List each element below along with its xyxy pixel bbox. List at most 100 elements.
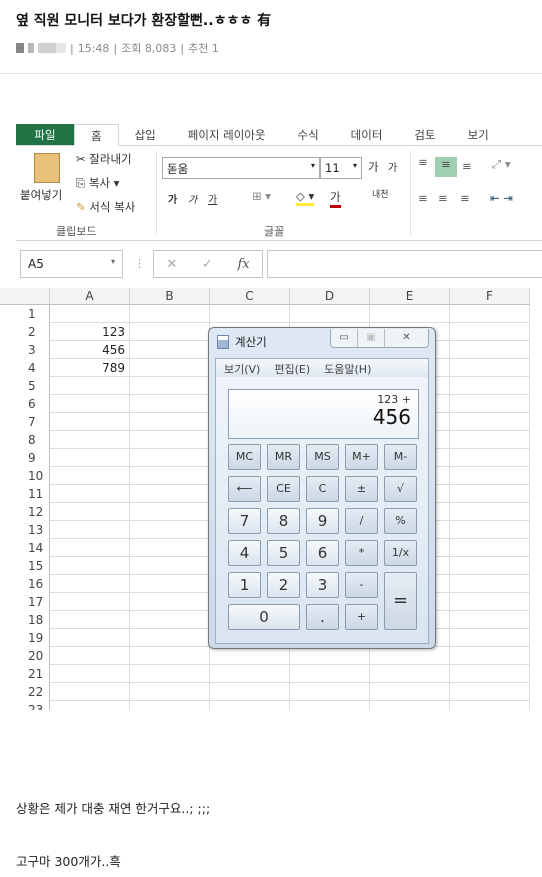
row-header[interactable]: 2	[0, 323, 50, 341]
cell-A20[interactable]	[50, 647, 130, 665]
cell-E22[interactable]	[370, 683, 450, 701]
cell-B17[interactable]	[130, 593, 210, 611]
cell-B8[interactable]	[130, 431, 210, 449]
bold-button[interactable]: 가	[168, 191, 177, 206]
7-button[interactable]: 7	[228, 508, 261, 534]
cell-F2[interactable]	[450, 323, 530, 341]
cell-B4[interactable]	[130, 359, 210, 377]
cell-A11[interactable]	[50, 485, 130, 503]
name-box[interactable]: A5 ▾	[20, 250, 123, 278]
cell-F6[interactable]	[450, 395, 530, 413]
tab-insert[interactable]: 삽입	[119, 124, 172, 145]
row-header[interactable]: 16	[0, 575, 50, 593]
cell-E1[interactable]	[370, 305, 450, 323]
menu-view[interactable]: 보기(V)	[224, 361, 260, 376]
column-header[interactable]: F	[450, 288, 530, 305]
cell-B18[interactable]	[130, 611, 210, 629]
mr-button[interactable]: MR	[267, 444, 300, 470]
cell-F13[interactable]	[450, 521, 530, 539]
format-painter-button[interactable]: ✎ 서식 복사	[76, 199, 135, 215]
cell-F3[interactable]	[450, 341, 530, 359]
menu-help[interactable]: 도움말(H)	[324, 361, 371, 376]
cell-B5[interactable]	[130, 377, 210, 395]
cell-A12[interactable]	[50, 503, 130, 521]
cell-B22[interactable]	[130, 683, 210, 701]
equals-button[interactable]: =	[384, 572, 417, 630]
paste-button[interactable]: 붙여넣기	[20, 187, 62, 203]
underline-button[interactable]: 가	[208, 191, 217, 206]
cell-D22[interactable]	[290, 683, 370, 701]
decimal-button[interactable]: .	[306, 604, 339, 630]
cell-E23[interactable]	[370, 701, 450, 710]
cell-B12[interactable]	[130, 503, 210, 521]
6-button[interactable]: 6	[306, 540, 339, 566]
column-header[interactable]: A	[50, 288, 130, 305]
cell-A19[interactable]	[50, 629, 130, 647]
column-header[interactable]: D	[290, 288, 370, 305]
cell-B9[interactable]	[130, 449, 210, 467]
3-button[interactable]: 3	[306, 572, 339, 598]
row-header[interactable]: 12	[0, 503, 50, 521]
italic-button[interactable]: 가	[188, 191, 197, 206]
row-header[interactable]: 23	[0, 701, 50, 710]
tab-formulas[interactable]: 수식	[281, 124, 334, 145]
cell-A22[interactable]	[50, 683, 130, 701]
tab-data[interactable]: 데이터	[335, 124, 399, 145]
grow-font-button[interactable]: 가	[368, 159, 379, 175]
fill-color-icon[interactable]: ◇ ▾	[296, 189, 315, 206]
minimize-button[interactable]: ▭	[331, 329, 358, 347]
tab-page-layout[interactable]: 페이지 레이아웃	[172, 124, 282, 145]
divide-button[interactable]: /	[345, 508, 378, 534]
row-header[interactable]: 9	[0, 449, 50, 467]
2-button[interactable]: 2	[267, 572, 300, 598]
0-button[interactable]: 0	[228, 604, 300, 630]
cell-B21[interactable]	[130, 665, 210, 683]
row-header[interactable]: 4	[0, 359, 50, 377]
8-button[interactable]: 8	[267, 508, 300, 534]
cell-A9[interactable]	[50, 449, 130, 467]
font-name-select[interactable]: 돋움 ▾	[162, 157, 320, 179]
cell-F15[interactable]	[450, 557, 530, 575]
cell-F11[interactable]	[450, 485, 530, 503]
align-bottom-icon[interactable]: ≡	[462, 159, 472, 173]
row-header[interactable]: 13	[0, 521, 50, 539]
cell-C20[interactable]	[210, 647, 290, 665]
tab-home[interactable]: 홈	[74, 124, 119, 146]
cell-F7[interactable]	[450, 413, 530, 431]
orientation-icon[interactable]: ⤢ ▾	[492, 157, 511, 172]
cell-B3[interactable]	[130, 341, 210, 359]
cell-A3[interactable]: 456	[50, 341, 130, 359]
cell-E21[interactable]	[370, 665, 450, 683]
enter-icon[interactable]: ✓	[202, 257, 213, 272]
row-header[interactable]: 10	[0, 467, 50, 485]
cell-A18[interactable]	[50, 611, 130, 629]
cell-F23[interactable]	[450, 701, 530, 710]
cancel-icon[interactable]: ✕	[166, 257, 177, 272]
percent-button[interactable]: %	[384, 508, 417, 534]
cell-F12[interactable]	[450, 503, 530, 521]
ce-button[interactable]: CE	[267, 476, 300, 502]
close-button[interactable]: ✕	[385, 329, 428, 347]
5-button[interactable]: 5	[267, 540, 300, 566]
cell-F21[interactable]	[450, 665, 530, 683]
multiply-button[interactable]: *	[345, 540, 378, 566]
cell-B16[interactable]	[130, 575, 210, 593]
align-left-icon[interactable]: ≡	[418, 191, 428, 205]
9-button[interactable]: 9	[306, 508, 339, 534]
cell-B2[interactable]	[130, 323, 210, 341]
column-header[interactable]: C	[210, 288, 290, 305]
tab-review[interactable]: 검토	[398, 124, 451, 145]
cell-A5[interactable]	[50, 377, 130, 395]
row-header[interactable]: 11	[0, 485, 50, 503]
c-button[interactable]: C	[306, 476, 339, 502]
add-button[interactable]: +	[345, 604, 378, 630]
tab-file[interactable]: 파일	[16, 124, 74, 145]
cell-A4[interactable]: 789	[50, 359, 130, 377]
cell-F17[interactable]	[450, 593, 530, 611]
row-header[interactable]: 17	[0, 593, 50, 611]
cell-B13[interactable]	[130, 521, 210, 539]
cell-B15[interactable]	[130, 557, 210, 575]
mc-button[interactable]: MC	[228, 444, 261, 470]
cell-C23[interactable]	[210, 701, 290, 710]
cell-A8[interactable]	[50, 431, 130, 449]
